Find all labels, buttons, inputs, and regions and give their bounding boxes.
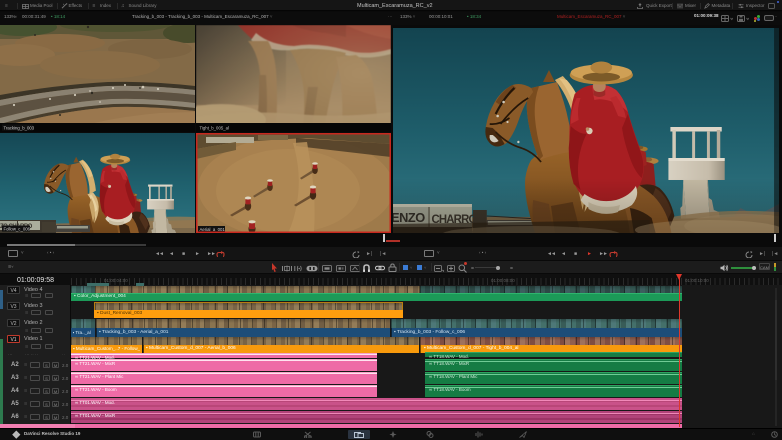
svg-text:Tight_b_005_al: Tight_b_005_al bbox=[200, 125, 230, 130]
svg-text:Follow_c_006: Follow_c_006 bbox=[4, 226, 31, 231]
svg-text:Tracking_b_003: Tracking_b_003 bbox=[4, 125, 35, 130]
svg-text:Aerial_a_001: Aerial_a_001 bbox=[200, 227, 226, 232]
